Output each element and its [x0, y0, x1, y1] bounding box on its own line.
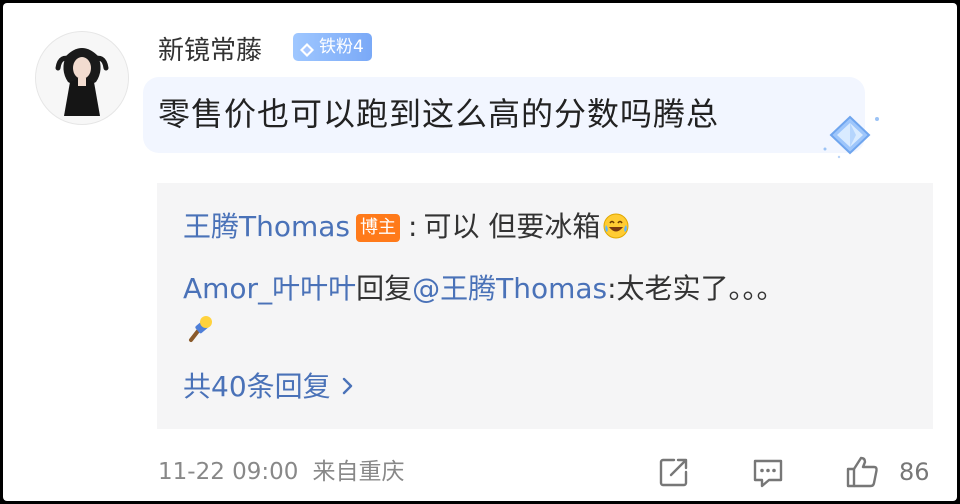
- reply-author[interactable]: Amor_叶叶叶: [183, 272, 356, 305]
- reply-separator: :: [607, 272, 617, 305]
- reply-item: 王腾Thomas 博主: 可以 但要冰箱: [183, 207, 630, 247]
- pushpin-emoji-icon: [189, 316, 212, 342]
- fan-badge-label: 铁粉4: [319, 37, 364, 57]
- comment-card: 新镜常藤 铁粉4 零售价也可以跑到这么高的分数吗腾总 王腾Thomas 博主: 可以…: [3, 3, 957, 501]
- chevron-right-icon: [341, 367, 355, 395]
- reply-author[interactable]: 王腾Thomas: [183, 210, 350, 243]
- laughing-tears-emoji-icon: [602, 211, 630, 239]
- thumbs-up-icon[interactable]: [845, 455, 879, 489]
- bubble-diamond-decoration-icon: [823, 115, 879, 159]
- view-all-replies-link[interactable]: 共40条回复: [183, 367, 355, 407]
- reply-separator: :: [408, 210, 418, 243]
- comment-location: 来自重庆: [312, 459, 405, 485]
- comment-icon[interactable]: [751, 455, 785, 489]
- reply-text: 太老实了。。。: [616, 272, 785, 305]
- avatar-illustration: [36, 32, 128, 124]
- share-icon[interactable]: [657, 455, 691, 489]
- comment-meta: 11-22 09:00 来自重庆: [158, 455, 404, 489]
- user-avatar[interactable]: [35, 31, 129, 125]
- like-count: 86: [899, 458, 930, 486]
- comment-text: 零售价也可以跑到这么高的分数吗腾总: [158, 95, 720, 133]
- reply-text: 可以 但要冰箱: [423, 210, 601, 243]
- host-badge: 博主: [356, 214, 401, 242]
- comment-username[interactable]: 新镜常藤: [158, 31, 262, 71]
- fan-level-badge[interactable]: 铁粉4: [293, 33, 372, 61]
- reply-mention[interactable]: @王腾Thomas: [412, 272, 607, 305]
- more-replies-label: 共40条回复: [183, 370, 331, 403]
- comment-time: 11-22 09:00: [158, 459, 299, 485]
- replies-panel: 王腾Thomas 博主: 可以 但要冰箱 Amor_叶叶叶回复@王腾Thomas:太…: [157, 183, 933, 429]
- reply-action: 回复: [356, 272, 413, 305]
- diamond-icon: [299, 39, 315, 57]
- reply-item: Amor_叶叶叶回复@王腾Thomas:太老实了。。。: [183, 269, 785, 309]
